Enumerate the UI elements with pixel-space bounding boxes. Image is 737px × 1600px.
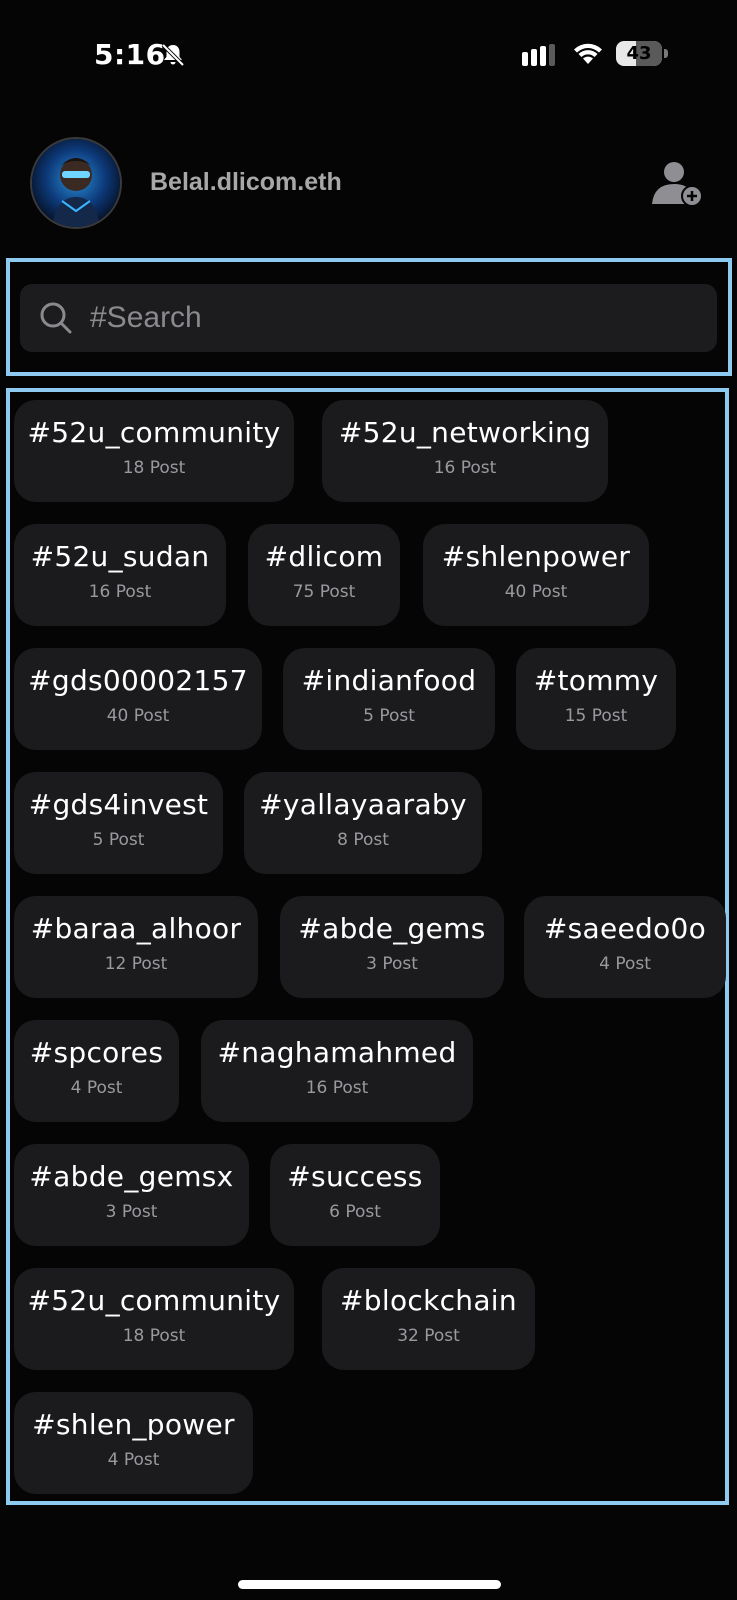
tag-name: #blockchain (340, 1284, 517, 1317)
tag-name: #52u_networking (338, 416, 592, 449)
tag-post-count: 3 Post (105, 1202, 158, 1222)
tag-chip[interactable]: #abde_gems 3 Post (280, 896, 504, 998)
profile-username[interactable]: Belal.dlicom.eth (150, 168, 342, 197)
tag-post-count: 75 Post (292, 582, 356, 602)
tag-post-count: 5 Post (92, 830, 145, 850)
bell-muted-icon (161, 43, 185, 67)
tag-chip[interactable]: #yallayaaraby 8 Post (244, 772, 482, 874)
tag-post-count: 6 Post (329, 1202, 381, 1222)
tag-name: #saeedo0o (543, 912, 707, 945)
tag-post-count: 5 Post (363, 706, 415, 726)
tag-name: #52u_sudan (30, 540, 210, 573)
tag-name: #52u_community (27, 1284, 281, 1317)
search-icon (40, 302, 72, 334)
avatar-image (32, 139, 120, 227)
avatar[interactable] (30, 137, 122, 229)
tag-post-count: 12 Post (104, 954, 168, 974)
tag-post-count: 15 Post (564, 706, 628, 726)
tag-chip[interactable]: #tommy 15 Post (516, 648, 676, 750)
tag-name: #tommy (533, 664, 659, 697)
status-bar: 5:16 43 (0, 0, 737, 110)
tag-name: #gds4invest (28, 788, 209, 821)
tag-post-count: 32 Post (397, 1326, 460, 1346)
home-indicator[interactable] (238, 1580, 501, 1589)
tag-post-count: 18 Post (122, 1326, 186, 1346)
tag-name: #abde_gems (298, 912, 486, 945)
tag-chip[interactable]: #52u_networking 16 Post (322, 400, 608, 502)
tag-chip[interactable]: #abde_gemsx 3 Post (14, 1144, 249, 1246)
tag-chip[interactable]: #saeedo0o 4 Post (524, 896, 726, 998)
tag-name: #shlenpower (441, 540, 631, 573)
tag-post-count: 8 Post (337, 830, 389, 850)
tag-chip[interactable]: #shlenpower 40 Post (423, 524, 649, 626)
tag-post-count: 40 Post (106, 706, 170, 726)
add-user-button[interactable] (652, 158, 706, 212)
tag-chip[interactable]: #shlen_power 4 Post (14, 1392, 253, 1494)
tag-post-count: 4 Post (599, 954, 651, 974)
tag-name: #52u_community (27, 416, 281, 449)
search-input[interactable] (90, 284, 700, 352)
tag-name: #naghamahmed (217, 1036, 457, 1069)
tag-chip[interactable]: #52u_community 18 Post (14, 1268, 294, 1370)
tag-name: #spcores (29, 1036, 164, 1069)
battery-level: 43 (626, 43, 652, 64)
tag-chip[interactable]: #52u_community 18 Post (14, 400, 294, 502)
tag-post-count: 4 Post (70, 1078, 123, 1098)
tag-chip[interactable]: #gds4invest 5 Post (14, 772, 223, 874)
tag-chip[interactable]: #dlicom 75 Post (248, 524, 400, 626)
tag-name: #shlen_power (32, 1408, 235, 1441)
tag-post-count: 16 Post (433, 458, 497, 478)
search-bar[interactable] (20, 284, 717, 352)
tag-chip[interactable]: #blockchain 32 Post (322, 1268, 535, 1370)
tag-name: #baraa_alhoor (30, 912, 242, 945)
cellular-signal-icon (522, 44, 555, 66)
tag-chip[interactable]: #spcores 4 Post (14, 1020, 179, 1122)
status-time: 5:16 (94, 38, 166, 71)
battery-indicator: 43 (616, 41, 668, 66)
tag-chip[interactable]: #indianfood 5 Post (283, 648, 495, 750)
tag-name: #dlicom (264, 540, 384, 573)
tag-chip[interactable]: #52u_sudan 16 Post (14, 524, 226, 626)
tag-name: #abde_gemsx (29, 1160, 234, 1193)
tag-chip[interactable]: #success 6 Post (270, 1144, 440, 1246)
tag-post-count: 3 Post (366, 954, 418, 974)
tag-post-count: 18 Post (122, 458, 186, 478)
wifi-icon (574, 43, 602, 64)
tag-name: #gds00002157 (28, 664, 248, 697)
tag-chip[interactable]: #baraa_alhoor 12 Post (14, 896, 258, 998)
tag-post-count: 16 Post (305, 1078, 369, 1098)
tag-post-count: 16 Post (88, 582, 152, 602)
tag-post-count: 4 Post (107, 1450, 160, 1470)
tag-name: #yallayaaraby (259, 788, 467, 821)
tag-name: #success (287, 1160, 423, 1193)
tag-chip[interactable]: #gds00002157 40 Post (14, 648, 262, 750)
tag-name: #indianfood (301, 664, 477, 697)
tag-post-count: 40 Post (504, 582, 568, 602)
tag-chip[interactable]: #naghamahmed 16 Post (201, 1020, 473, 1122)
